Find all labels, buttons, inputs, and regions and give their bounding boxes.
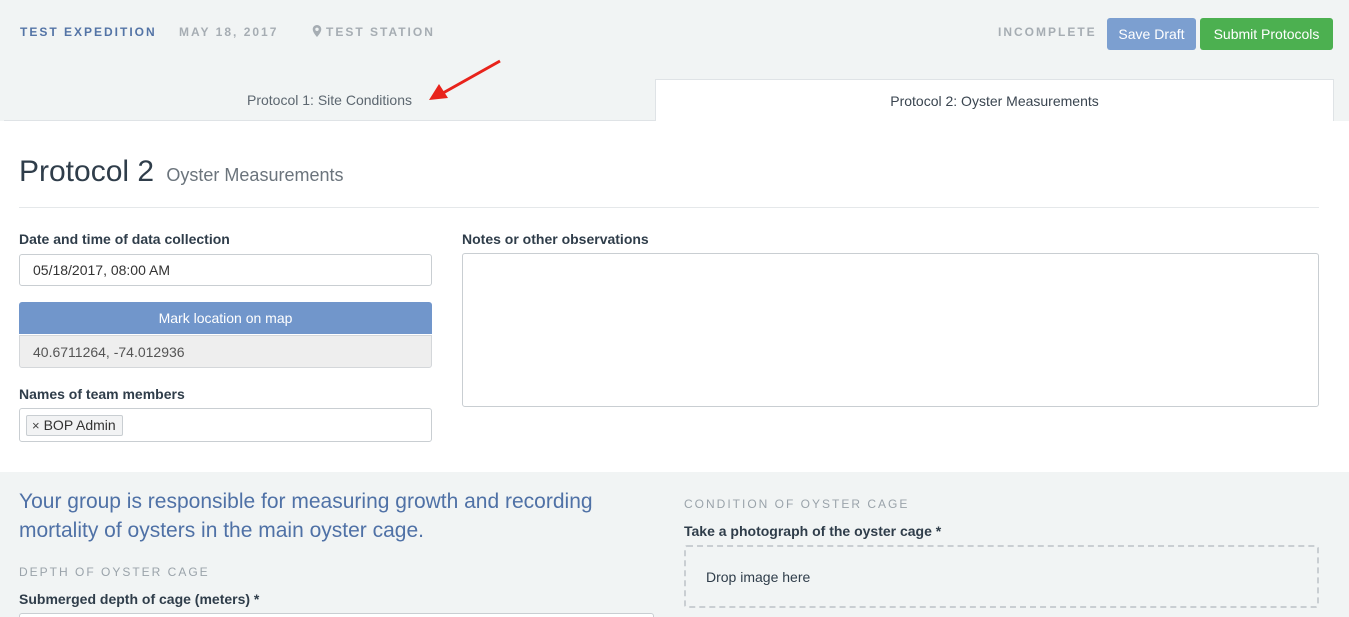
divider	[19, 207, 1319, 208]
section-intro: Your group is responsible for measuring …	[19, 490, 593, 542]
notes-label: Notes or other observations	[462, 231, 649, 247]
expedition-name: TEST EXPEDITION	[20, 25, 157, 39]
close-icon[interactable]: ×	[32, 418, 40, 433]
team-member-tag: × BOP Admin	[26, 414, 123, 436]
depth-heading: DEPTH OF OYSTER CAGE	[19, 565, 210, 579]
team-members-label: Names of team members	[19, 386, 185, 402]
depth-input[interactable]	[19, 613, 654, 617]
protocol-number: Protocol 2	[19, 155, 155, 188]
mark-location-button[interactable]: Mark location on map	[19, 302, 432, 334]
notes-textarea[interactable]	[462, 253, 1319, 407]
condition-heading: CONDITION OF OYSTER CAGE	[684, 497, 910, 511]
map-pin-icon	[312, 25, 322, 37]
image-dropzone[interactable]: Drop image here	[684, 545, 1319, 608]
page-title: Protocol 2 Oyster Measurements	[19, 155, 343, 189]
station-name: TEST STATION	[312, 25, 435, 39]
photo-label: Take a photograph of the oyster cage *	[684, 523, 942, 539]
expedition-date: MAY 18, 2017	[179, 25, 279, 39]
team-member-name: BOP Admin	[43, 417, 116, 433]
tab-protocol-2[interactable]: Protocol 2: Oyster Measurements	[655, 79, 1334, 121]
station-label: TEST STATION	[326, 25, 435, 39]
status-badge: INCOMPLETE	[998, 25, 1097, 39]
save-draft-button[interactable]: Save Draft	[1107, 18, 1196, 50]
datetime-label: Date and time of data collection	[19, 231, 230, 247]
submit-protocols-button[interactable]: Submit Protocols	[1200, 18, 1333, 50]
team-members-input[interactable]: × BOP Admin	[19, 408, 432, 442]
datetime-input[interactable]: 05/18/2017, 08:00 AM	[19, 254, 432, 286]
dropzone-text: Drop image here	[706, 568, 811, 585]
protocol-subtitle: Oyster Measurements	[166, 165, 344, 185]
coordinates-field: 40.6711264, -74.012936	[19, 335, 432, 368]
annotation-arrow-icon	[429, 59, 501, 100]
depth-label: Submerged depth of cage (meters) *	[19, 591, 260, 607]
tab-protocol-1[interactable]: Protocol 1: Site Conditions	[4, 79, 655, 121]
page-header: TEST EXPEDITION MAY 18, 2017 TEST STATIO…	[0, 0, 1349, 121]
